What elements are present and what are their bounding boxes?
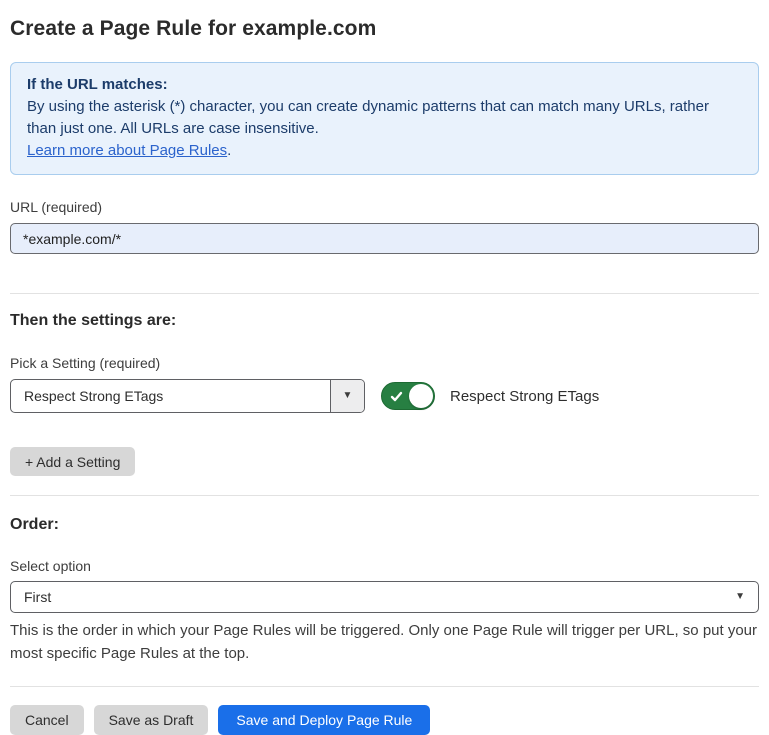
setting-select-arrow-button[interactable]: ▼	[330, 380, 364, 412]
pick-setting-label: Pick a Setting (required)	[10, 355, 759, 371]
url-field-label: URL (required)	[10, 199, 759, 215]
save-draft-button[interactable]: Save as Draft	[94, 705, 209, 735]
add-setting-button[interactable]: + Add a Setting	[10, 447, 135, 476]
order-select-label: Select option	[10, 558, 759, 574]
chevron-down-icon: ▼	[735, 592, 745, 602]
url-match-info-box: If the URL matches: By using the asteris…	[10, 62, 759, 175]
divider	[10, 293, 759, 294]
setting-row: Respect Strong ETags ▼ Respect Strong ET…	[10, 379, 759, 413]
learn-more-link[interactable]: Learn more about Page Rules	[27, 142, 227, 159]
checkmark-icon	[390, 390, 403, 403]
info-box-body: By using the asterisk (*) character, you…	[27, 96, 742, 140]
order-section-heading: Order:	[10, 516, 759, 534]
info-box-link-line: Learn more about Page Rules.	[27, 140, 742, 162]
toggle-knob	[409, 384, 433, 408]
setting-select[interactable]: Respect Strong ETags ▼	[10, 379, 365, 413]
create-page-rule-form: Create a Page Rule for example.com If th…	[0, 0, 769, 735]
cancel-button[interactable]: Cancel	[10, 705, 84, 735]
order-select-value: First	[24, 589, 51, 605]
url-input[interactable]	[10, 223, 759, 254]
save-deploy-button[interactable]: Save and Deploy Page Rule	[218, 705, 430, 735]
page-title: Create a Page Rule for example.com	[10, 17, 759, 41]
toggle-label: Respect Strong ETags	[450, 388, 599, 405]
footer-actions: Cancel Save as Draft Save and Deploy Pag…	[10, 705, 759, 735]
link-suffix: .	[227, 142, 231, 159]
order-select[interactable]: First ▼	[10, 581, 759, 613]
info-box-heading: If the URL matches:	[27, 74, 742, 96]
etags-toggle[interactable]	[381, 382, 435, 410]
order-help-text: This is the order in which your Page Rul…	[10, 620, 759, 665]
setting-select-value: Respect Strong ETags	[11, 380, 330, 412]
divider	[10, 495, 759, 496]
chevron-down-icon: ▼	[343, 391, 353, 401]
settings-section-heading: Then the settings are:	[10, 312, 759, 330]
divider	[10, 686, 759, 687]
